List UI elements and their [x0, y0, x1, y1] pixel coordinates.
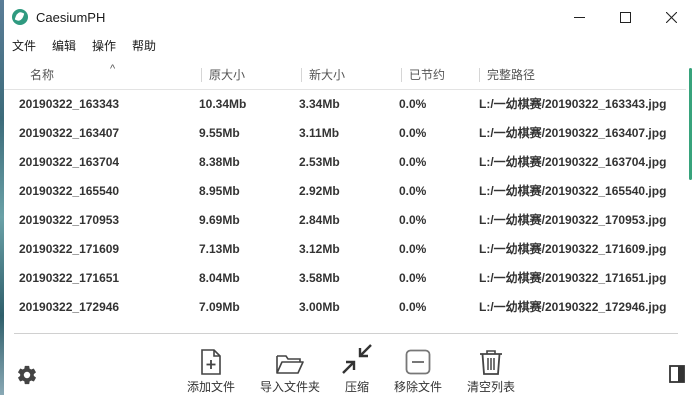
column-header-name[interactable]: 名称 [30, 60, 54, 90]
window-title: CaesiumPH [36, 9, 106, 25]
toggle-side-panel-button[interactable] [669, 365, 685, 386]
add-file-icon [201, 349, 221, 375]
cell-new-size: 3.12Mb [299, 242, 340, 256]
bottom-toolbar: 添加文件 导入文件夹 压缩 移除文件 清空列表 [0, 344, 694, 395]
add-files-label: 添加文件 [186, 380, 235, 394]
window-controls [556, 0, 694, 34]
column-header-saved[interactable]: 已节约 [409, 60, 445, 90]
cell-full-path: L:/一幼棋赛/20190322_165540.jpg [479, 184, 667, 198]
cell-full-path: L:/一幼棋赛/20190322_172946.jpg [479, 300, 667, 314]
cell-full-path: L:/一幼棋赛/20190322_163704.jpg [479, 155, 667, 169]
cell-name: 20190322_163407 [19, 126, 120, 140]
cell-new-size: 2.84Mb [299, 213, 340, 227]
cell-saved: 0.0% [399, 213, 427, 227]
cell-saved: 0.0% [399, 126, 427, 140]
clear-list-label: 清空列表 [466, 380, 515, 394]
remove-files-label: 移除文件 [393, 380, 442, 394]
cell-original-size: 10.34Mb [199, 97, 247, 111]
menu-help[interactable]: 帮助 [132, 37, 156, 54]
compress-button[interactable]: 压缩 [322, 344, 392, 395]
folder-open-icon [276, 355, 304, 374]
cell-new-size: 2.92Mb [299, 184, 340, 198]
cell-full-path: L:/一幼棋赛/20190322_163343.jpg [479, 97, 667, 111]
compress-label: 压缩 [344, 380, 369, 394]
table-body: 20190322_163343 10.34Mb 3.34Mb 0.0% L:/一… [4, 90, 686, 322]
file-table: 名称 ^ 原大小 新大小 已节约 完整路径 20190322_163343 10… [4, 60, 686, 322]
menu-edit[interactable]: 编辑 [52, 37, 76, 54]
table-row[interactable]: 20190322_172946 7.09Mb 3.00Mb 0.0% L:/一幼… [4, 293, 686, 322]
table-row[interactable]: 20190322_163704 8.38Mb 2.53Mb 0.0% L:/一幼… [4, 148, 686, 177]
column-header-full-path[interactable]: 完整路径 [487, 60, 535, 90]
table-header: 名称 ^ 原大小 新大小 已节约 完整路径 [4, 60, 686, 90]
add-files-button[interactable]: 添加文件 [176, 345, 246, 395]
column-divider[interactable] [401, 68, 402, 82]
table-row[interactable]: 20190322_171651 8.04Mb 3.58Mb 0.0% L:/一幼… [4, 264, 686, 293]
table-row[interactable]: 20190322_163407 9.55Mb 3.11Mb 0.0% L:/一幼… [4, 119, 686, 148]
cell-original-size: 9.55Mb [199, 126, 240, 140]
trash-icon [480, 350, 502, 375]
menu-file[interactable]: 文件 [12, 37, 36, 54]
maximize-button[interactable] [602, 0, 648, 34]
cell-saved: 0.0% [399, 271, 427, 285]
compress-arrows-icon [342, 344, 372, 374]
vertical-scrollbar[interactable] [689, 68, 692, 180]
column-divider[interactable] [479, 68, 480, 82]
column-divider[interactable] [201, 68, 202, 82]
import-folder-label: 导入文件夹 [259, 380, 320, 394]
cell-original-size: 7.09Mb [199, 300, 240, 314]
cell-saved: 0.0% [399, 300, 427, 314]
remove-icon [405, 349, 431, 375]
cell-new-size: 3.00Mb [299, 300, 340, 314]
cell-name: 20190322_163343 [19, 97, 120, 111]
table-row[interactable]: 20190322_163343 10.34Mb 3.34Mb 0.0% L:/一… [4, 90, 686, 119]
table-row[interactable]: 20190322_165540 8.95Mb 2.92Mb 0.0% L:/一幼… [4, 177, 686, 206]
sort-ascending-icon: ^ [110, 63, 116, 75]
close-icon [665, 11, 677, 23]
column-header-new-size[interactable]: 新大小 [309, 60, 345, 90]
cell-new-size: 3.11Mb [299, 126, 340, 140]
cell-original-size: 8.95Mb [199, 184, 240, 198]
title-bar[interactable]: CaesiumPH [4, 0, 694, 34]
cell-full-path: L:/一幼棋赛/20190322_171651.jpg [479, 271, 667, 285]
close-button[interactable] [648, 0, 694, 34]
cell-original-size: 9.69Mb [199, 213, 240, 227]
minimize-icon [573, 16, 585, 18]
column-header-original-size[interactable]: 原大小 [209, 60, 245, 90]
cell-full-path: L:/一幼棋赛/20190322_170953.jpg [479, 213, 667, 227]
cell-new-size: 3.34Mb [299, 97, 340, 111]
cell-original-size: 8.04Mb [199, 271, 240, 285]
clear-list-button[interactable]: 清空列表 [456, 345, 526, 395]
table-row[interactable]: 20190322_170953 9.69Mb 2.84Mb 0.0% L:/一幼… [4, 206, 686, 235]
cell-original-size: 7.13Mb [199, 242, 240, 256]
cell-original-size: 8.38Mb [199, 155, 240, 169]
caesium-leaf-icon [12, 9, 28, 25]
cell-saved: 0.0% [399, 155, 427, 169]
cell-name: 20190322_165540 [19, 184, 120, 198]
cell-name: 20190322_163704 [19, 155, 120, 169]
side-panel-icon [669, 365, 685, 383]
menu-bar: 文件 编辑 操作 帮助 [4, 34, 172, 56]
minimize-button[interactable] [556, 0, 602, 34]
cell-full-path: L:/一幼棋赛/20190322_163407.jpg [479, 126, 667, 140]
cell-new-size: 2.53Mb [299, 155, 340, 169]
cell-name: 20190322_170953 [19, 213, 120, 227]
cell-saved: 0.0% [399, 97, 427, 111]
table-row[interactable]: 20190322_171609 7.13Mb 3.12Mb 0.0% L:/一幼… [4, 235, 686, 264]
column-divider[interactable] [301, 68, 302, 82]
cell-name: 20190322_172946 [19, 300, 120, 314]
cell-name: 20190322_171651 [19, 271, 120, 285]
cell-new-size: 3.58Mb [299, 271, 340, 285]
cell-saved: 0.0% [399, 184, 427, 198]
cell-saved: 0.0% [399, 242, 427, 256]
import-folder-button[interactable]: 导入文件夹 [255, 345, 325, 395]
cell-full-path: L:/一幼棋赛/20190322_171609.jpg [479, 242, 667, 256]
remove-files-button[interactable]: 移除文件 [383, 345, 453, 395]
menu-action[interactable]: 操作 [92, 37, 116, 54]
table-bottom-divider [14, 333, 678, 334]
maximize-icon [619, 11, 631, 23]
cell-name: 20190322_171609 [19, 242, 120, 256]
